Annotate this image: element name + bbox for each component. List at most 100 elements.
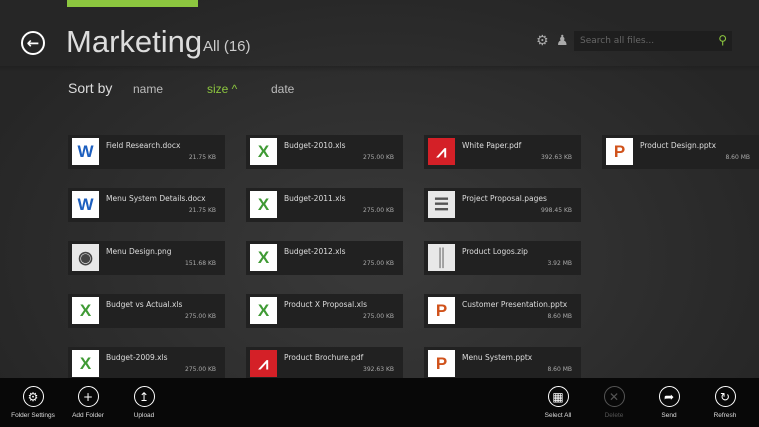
file-name: White Paper.pdf — [462, 141, 522, 150]
file-name: Menu Design.png — [106, 247, 172, 256]
send-button[interactable]: ➦ Send — [639, 386, 699, 419]
file-tile[interactable]: X Budget-2011.xls 275.00 KB — [246, 188, 403, 222]
zip-icon: ║ — [428, 244, 455, 271]
grid-icon: ▦ — [547, 386, 569, 407]
file-name: Product X Proposal.xls — [284, 300, 368, 309]
search-icon[interactable]: ⚲ — [718, 33, 727, 47]
file-name: Project Proposal.pages — [462, 194, 547, 203]
refresh-button[interactable]: ↻ Refresh — [695, 386, 755, 419]
gear-icon: ⚙ — [22, 386, 44, 407]
label: Refresh — [713, 412, 737, 419]
excel-icon: X — [250, 138, 277, 165]
sort-name[interactable]: name — [133, 82, 163, 96]
camera-icon: ◉ — [72, 244, 99, 271]
file-tile[interactable]: W Field Research.docx 21.75 KB — [68, 135, 225, 169]
file-name: Customer Presentation.pptx — [462, 300, 568, 309]
file-size: 151.68 KB — [185, 260, 216, 267]
settings-gear-icon[interactable]: ⚙ — [536, 33, 549, 49]
file-tile[interactable]: ◉ Menu Design.png 151.68 KB — [68, 241, 225, 275]
file-tile[interactable]: X Budget vs Actual.xls 275.00 KB — [68, 294, 225, 328]
send-arrow-icon: ➦ — [658, 386, 680, 407]
sort-size[interactable]: size ^ — [207, 82, 237, 96]
excel-icon: X — [250, 244, 277, 271]
file-size: 392.63 KB — [363, 366, 394, 373]
file-tile[interactable]: W Menu System Details.docx 21.75 KB — [68, 188, 225, 222]
search-placeholder: Search all files... — [580, 36, 655, 46]
file-size: 21.75 KB — [188, 154, 216, 161]
folder-settings-button[interactable]: ⚙ Folder Settings — [3, 386, 63, 419]
powerpoint-icon: P — [606, 138, 633, 165]
refresh-icon: ↻ — [714, 386, 736, 407]
file-tile[interactable]: X Budget-2012.xls 275.00 KB — [246, 241, 403, 275]
file-size: 998.45 KB — [541, 207, 572, 214]
file-size: 8.60 MB — [547, 313, 572, 320]
file-size: 275.00 KB — [363, 260, 394, 267]
powerpoint-icon: P — [428, 350, 455, 377]
powerpoint-icon: P — [428, 297, 455, 324]
label: Select All — [544, 412, 572, 419]
excel-icon: X — [250, 191, 277, 218]
file-size: 3.92 MB — [547, 260, 572, 267]
upload-button[interactable]: ↥ Upload — [114, 386, 174, 419]
back-arrow-icon: ← — [26, 34, 40, 52]
search-input[interactable]: Search all files... ⚲ — [574, 31, 732, 51]
document-icon: ☰ — [428, 191, 455, 218]
file-tile[interactable]: X Budget-2010.xls 275.00 KB — [246, 135, 403, 169]
file-name: Budget-2011.xls — [284, 194, 346, 203]
file-size: 275.00 KB — [363, 313, 394, 320]
sort-date[interactable]: date — [271, 82, 294, 96]
label: Add Folder — [72, 412, 104, 419]
header-divider — [0, 66, 759, 72]
plus-icon: + — [77, 386, 99, 407]
label: Upload — [133, 412, 155, 419]
file-name: Product Design.pptx — [640, 141, 717, 150]
file-size: 275.00 KB — [185, 313, 216, 320]
file-tile[interactable]: ⩘ Product Brochure.pdf 392.63 KB — [246, 347, 403, 381]
progress-accent-bar — [67, 0, 198, 7]
file-name: Product Brochure.pdf — [284, 353, 364, 362]
filter-label[interactable]: All (16) — [203, 38, 251, 55]
file-size: 8.60 MB — [725, 154, 750, 161]
file-tile[interactable]: P Menu System.pptx 8.60 MB — [424, 347, 581, 381]
file-name: Menu System.pptx — [462, 353, 533, 362]
file-tile[interactable]: X Product X Proposal.xls 275.00 KB — [246, 294, 403, 328]
close-icon: ✕ — [603, 386, 625, 407]
delete-button[interactable]: ✕ Delete — [584, 386, 644, 419]
file-size: 275.00 KB — [363, 154, 394, 161]
file-tile[interactable]: ☰ Project Proposal.pages 998.45 KB — [424, 188, 581, 222]
file-size: 275.00 KB — [185, 366, 216, 373]
file-size: 392.63 KB — [541, 154, 572, 161]
file-name: Budget-2009.xls — [106, 353, 168, 362]
label: Folder Settings — [11, 412, 55, 419]
file-name: Budget vs Actual.xls — [106, 300, 183, 309]
upload-icon: ↥ — [133, 386, 155, 407]
file-name: Product Logos.zip — [462, 247, 528, 256]
file-name: Budget-2010.xls — [284, 141, 346, 150]
excel-icon: X — [250, 297, 277, 324]
excel-icon: X — [72, 297, 99, 324]
pdf-icon: ⩘ — [428, 138, 455, 165]
file-tile[interactable]: X Budget-2009.xls 275.00 KB — [68, 347, 225, 381]
file-tile[interactable]: P Product Design.pptx 8.60 MB — [602, 135, 759, 169]
word-icon: W — [72, 138, 99, 165]
file-name: Field Research.docx — [106, 141, 181, 150]
label: Send — [661, 412, 677, 419]
file-name: Budget-2012.xls — [284, 247, 346, 256]
file-size: 21.75 KB — [188, 207, 216, 214]
word-icon: W — [72, 191, 99, 218]
file-name: Menu System Details.docx — [106, 194, 206, 203]
pdf-icon: ⩘ — [250, 350, 277, 377]
label: Delete — [604, 412, 624, 419]
back-button[interactable]: ← — [21, 31, 45, 55]
select-all-button[interactable]: ▦ Select All — [528, 386, 588, 419]
user-icon[interactable]: ♟ — [556, 33, 569, 49]
file-size: 275.00 KB — [363, 207, 394, 214]
file-tile[interactable]: ║ Product Logos.zip 3.92 MB — [424, 241, 581, 275]
app-bar: ⚙ Folder Settings + Add Folder ↥ Upload ▦ Se… — [0, 378, 759, 427]
page-title: Marketing — [66, 24, 203, 59]
sort-by-label: Sort by — [68, 80, 113, 96]
file-tile[interactable]: ⩘ White Paper.pdf 392.63 KB — [424, 135, 581, 169]
file-tile[interactable]: P Customer Presentation.pptx 8.60 MB — [424, 294, 581, 328]
add-folder-button[interactable]: + Add Folder — [58, 386, 118, 419]
file-size: 8.60 MB — [547, 366, 572, 373]
